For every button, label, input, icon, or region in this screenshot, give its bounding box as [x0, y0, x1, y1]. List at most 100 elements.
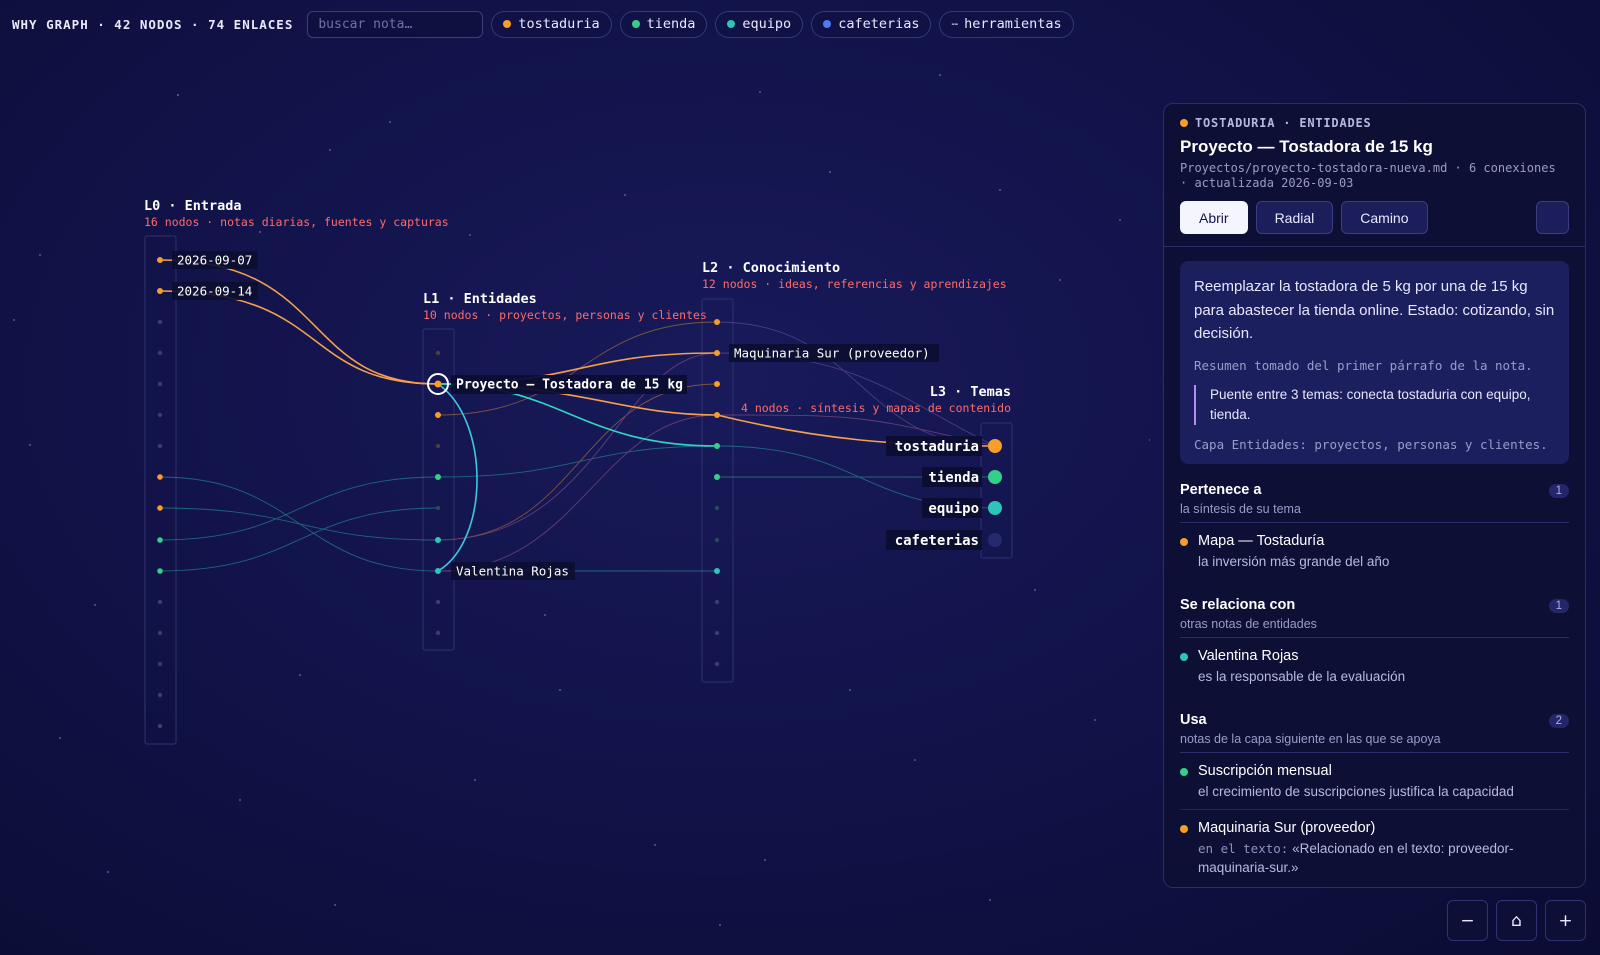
path-button[interactable]: Camino	[1341, 201, 1428, 234]
node-maquinaria-sur[interactable]	[714, 350, 720, 356]
label-maquinaria-sur: Maquinaria Sur (proveedor)	[734, 346, 930, 361]
layer-l0-subtitle: 16 nodos · notas diarias, fuentes y capt…	[144, 215, 449, 229]
open-button[interactable]: Abrir	[1180, 201, 1248, 234]
search-input[interactable]	[307, 10, 484, 38]
node-cafeterias[interactable]	[988, 533, 1002, 547]
node-l0[interactable]	[157, 319, 163, 325]
item-title: Valentina Rojas	[1198, 647, 1299, 664]
filter-chip-equipo[interactable]: equipo	[715, 10, 804, 38]
home-icon[interactable]: ⌂	[1496, 900, 1537, 941]
node-2026-09-07[interactable]	[157, 257, 163, 263]
node-l1[interactable]	[435, 599, 441, 605]
node-l0[interactable]	[157, 505, 163, 511]
node-l1[interactable]	[435, 505, 441, 511]
panel-menu-button[interactable]	[1536, 201, 1569, 234]
chip-label: tienda	[646, 16, 696, 32]
section-title: Pertenece a	[1180, 481, 1262, 498]
filter-chip-cafeterias[interactable]: cafeterias	[811, 10, 932, 38]
graph-canvas[interactable]: L0 · Entrada 16 nodos · notas diarias, f…	[0, 45, 1150, 955]
node-tienda[interactable]	[988, 470, 1002, 484]
node-l2[interactable]	[714, 537, 720, 543]
node-l2[interactable]	[714, 319, 720, 325]
layer-l0-title: L0 · Entrada	[144, 198, 242, 214]
node-l0[interactable]	[157, 443, 163, 449]
count-badge: 1	[1548, 483, 1569, 498]
node-2026-09-14[interactable]	[157, 288, 163, 294]
section-title: Usa	[1180, 711, 1207, 728]
node-l1[interactable]	[435, 474, 441, 480]
layer-l1-subtitle: 10 nodos · proyectos, personas y cliente…	[423, 308, 707, 322]
breadcrumb-text: TOSTADURIA · ENTIDADES	[1195, 116, 1372, 130]
node-valentina-rojas[interactable]	[435, 568, 441, 574]
tienda-dot-icon	[631, 20, 640, 28]
node-proyecto-tostadora[interactable]	[434, 380, 442, 388]
node-l0[interactable]	[157, 599, 163, 605]
tostaduria-dot-icon	[1180, 824, 1188, 833]
zoom-controls: − ⌂ +	[1447, 900, 1586, 941]
section-subtitle: la síntesis de su tema	[1180, 501, 1301, 516]
tostaduria-dot-icon	[1180, 537, 1188, 546]
node-l0[interactable]	[157, 350, 163, 356]
label-2026-09-14: 2026-09-14	[177, 284, 252, 299]
summary-text: Reemplazar la tostadora de 5 kg por una …	[1194, 278, 1555, 342]
node-l2[interactable]	[714, 630, 720, 636]
radial-button[interactable]: Radial	[1255, 201, 1334, 234]
node-l0[interactable]	[157, 474, 163, 480]
count-badge: 1	[1548, 598, 1569, 613]
section-usa: Usa notas de la capa siguiente en las qu…	[1180, 712, 1569, 885]
item-title: Maquinaria Sur (proveedor)	[1198, 819, 1376, 836]
node-l0[interactable]	[157, 537, 163, 543]
panel-title: Proyecto — Tostadora de 15 kg	[1180, 137, 1433, 156]
panel-actions: Abrir Radial Camino	[1180, 201, 1569, 234]
node-equipo[interactable]	[988, 501, 1002, 515]
list-item[interactable]: Maquinaria Sur (proveedor) en el texto: …	[1180, 810, 1569, 885]
node-l0[interactable]	[157, 381, 163, 387]
node-l1[interactable]	[435, 443, 441, 449]
detail-panel: TOSTADURIA · ENTIDADES Proyecto — Tostad…	[1163, 103, 1586, 888]
node-l0[interactable]	[157, 661, 163, 667]
app-title: WHY GRAPH · 42 NODOS · 74 ENLACES	[12, 16, 294, 32]
list-item[interactable]: Valentina Rojas es la responsable de la …	[1180, 638, 1569, 694]
node-l1[interactable]	[435, 537, 441, 543]
node-l0[interactable]	[157, 568, 163, 574]
highlighted-links	[159, 259, 996, 572]
layer-l3-nodes	[988, 439, 1002, 547]
node-l0[interactable]	[157, 630, 163, 636]
node-l1[interactable]	[435, 630, 441, 636]
zoom-out-button[interactable]: −	[1447, 900, 1488, 941]
node-l2[interactable]	[714, 599, 720, 605]
dash-icon: ╌	[951, 17, 958, 31]
bridge-note: Puente entre 3 temas: conecta tostaduria…	[1194, 384, 1555, 425]
node-tostaduria[interactable]	[988, 439, 1002, 453]
item-title: Suscripción mensual	[1198, 762, 1332, 779]
node-l2[interactable]	[714, 568, 720, 574]
section-pertenece-a: Pertenece a la síntesis de su tema 1 Map…	[1180, 482, 1569, 579]
node-l0[interactable]	[157, 723, 163, 729]
filter-chip-herramientas[interactable]: ╌ herramientas	[939, 10, 1074, 38]
section-subtitle: notas de la capa siguiente en las que se…	[1180, 731, 1441, 746]
node-l2[interactable]	[714, 412, 720, 418]
section-title: Se relaciona con	[1180, 596, 1296, 613]
node-l0[interactable]	[157, 412, 163, 418]
node-l1[interactable]	[435, 350, 441, 356]
node-l2[interactable]	[714, 443, 720, 449]
node-l2[interactable]	[714, 474, 720, 480]
node-l2[interactable]	[714, 505, 720, 511]
equipo-dot-icon	[1180, 652, 1188, 661]
list-item[interactable]: Mapa — Tostaduría la inversión más grand…	[1180, 523, 1569, 579]
node-l1[interactable]	[435, 412, 441, 418]
top-bar: WHY GRAPH · 42 NODOS · 74 ENLACES tostad…	[12, 10, 1074, 38]
node-l0[interactable]	[157, 692, 163, 698]
zoom-in-button[interactable]: +	[1545, 900, 1586, 941]
item-subtitle: es la responsable de la evaluación	[1198, 668, 1406, 684]
equipo-dot-icon	[727, 20, 736, 28]
panel-meta: Proyectos/proyecto-tostadora-nueva.md · …	[1180, 161, 1556, 190]
list-item[interactable]: Suscripción mensual el crecimiento de su…	[1180, 753, 1569, 810]
item-prefix: en el texto:	[1198, 840, 1289, 856]
node-l2[interactable]	[714, 381, 720, 387]
filter-chip-tienda[interactable]: tienda	[619, 10, 708, 38]
item-subtitle: el crecimiento de suscripciones justific…	[1198, 783, 1514, 799]
node-l2[interactable]	[714, 661, 720, 667]
layer-l1-title: L1 · Entidades	[423, 291, 537, 307]
filter-chip-tostaduria[interactable]: tostaduria	[491, 10, 612, 38]
